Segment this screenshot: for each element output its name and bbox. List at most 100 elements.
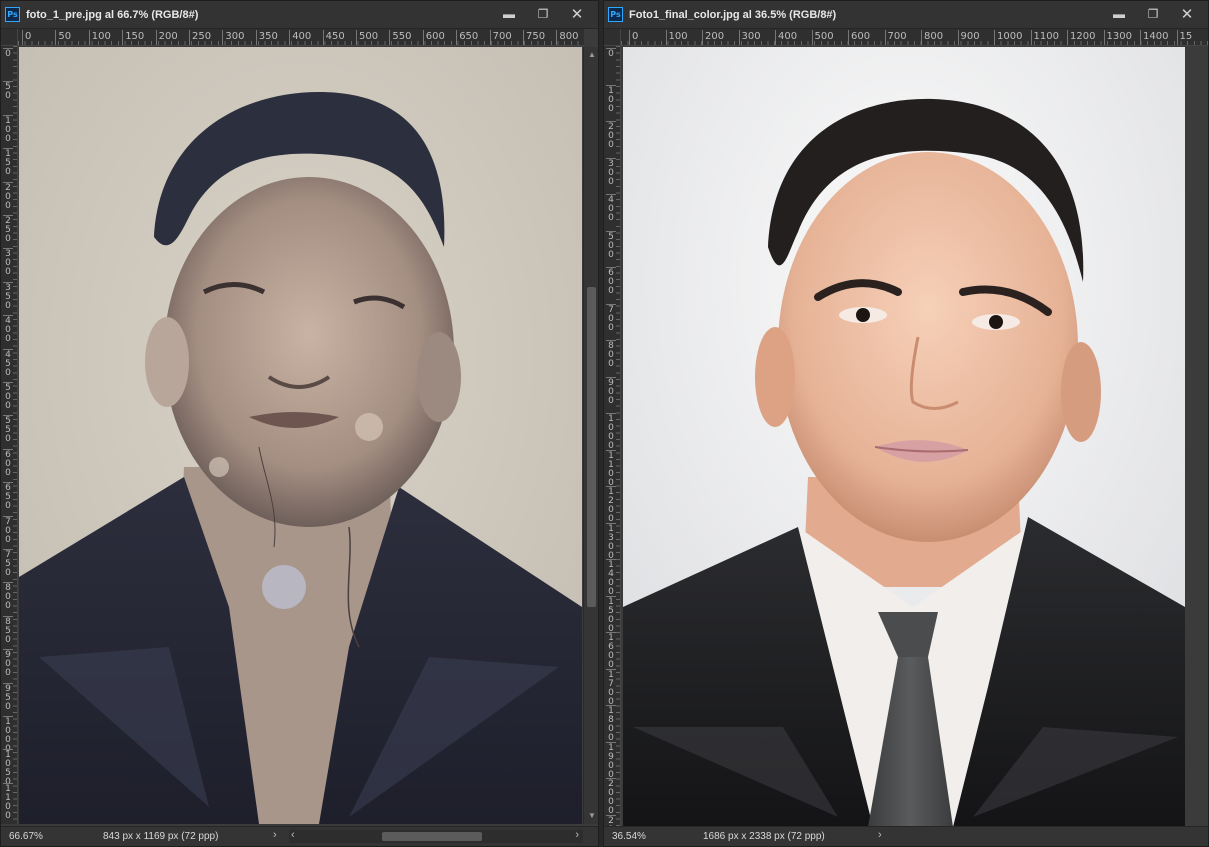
scroll-right-arrow[interactable]: › [575,829,579,841]
ruler-tick-label: 250 [189,30,211,45]
ruler-tick-label: 150 [122,30,144,45]
ruler-tick-label: 500 [3,382,13,411]
ruler-tick-label: 500 [606,230,616,260]
ruler-tick-label: 600 [606,267,616,296]
ruler-tick-label: 750 [3,549,13,578]
ruler-tick-label: 200 [3,181,13,211]
ruler-tick-label: 1800 [606,705,616,743]
ruler-origin[interactable] [604,29,621,46]
ruler-tick-label: 1300 [606,522,616,561]
ruler-origin[interactable] [1,29,18,46]
ruler-tick-label: 1500 [606,595,616,634]
canvas-after-photo[interactable] [623,47,1185,827]
ruler-tick-label: 300 [738,30,761,45]
ruler-tick-label: 950 [3,682,13,712]
horizontal-ruler[interactable]: 0 100 200 300 400 500 600 700 800 900 1000 1100 1200… [621,29,1208,46]
restore-button[interactable]: ❐ [526,4,560,24]
ruler-tick-label: 850 [3,615,13,645]
ruler-tick-label: 500 [811,30,834,45]
ruler-tick-label: 400 [775,30,797,45]
status-menu-chevron-icon[interactable]: › [878,829,882,841]
ruler-tick-label: 600 [3,448,13,478]
minimize-button[interactable]: ▬ [1102,4,1136,24]
ruler-tick-label: 250 [3,215,13,244]
photoshop-icon: Ps [608,7,623,22]
scroll-down-arrow[interactable]: ▼ [584,810,598,822]
ruler-tick-label: 350 [3,281,13,311]
ruler-tick-label: 200 [606,121,616,150]
ruler-tick-label: 1000 [994,30,1022,45]
close-button[interactable]: ✕ [560,4,594,24]
ruler-tick-label: 0 [606,48,616,59]
ruler-tick-label: 750 [523,30,545,45]
restore-button[interactable]: ❐ [1136,4,1170,24]
ruler-tick-label: 900 [957,30,980,45]
ruler-tick-label: 100 [88,30,111,45]
document-dimensions: 843 px x 1169 px (72 ppp) [103,831,219,842]
ruler-tick-label: 650 [456,30,478,45]
vertical-scrollbar[interactable]: ▲ ▼ [583,47,598,824]
ruler-tick-label: 550 [3,415,13,444]
ruler-tick-label: 2000 [606,778,616,816]
status-menu-chevron-icon[interactable]: › [273,829,277,841]
document-title: foto_1_pre.jpg al 66.7% (RGB/8#) [26,8,199,21]
ruler-tick-label: 650 [3,482,13,511]
restored-color-portrait-image [623,47,1185,827]
close-button[interactable]: ✕ [1170,4,1204,24]
ruler-tick-label: 1900 [606,741,616,780]
ruler-tick-label: 1200 [1067,30,1095,45]
ruler-tick-label: 15 [1176,30,1192,45]
ruler-tick-label: 1100 [606,449,616,488]
scroll-left-arrow[interactable]: ‹ [291,829,295,841]
document-title: Foto1_final_color.jpg al 36.5% (RGB/8#) [629,8,837,21]
ruler-tick-label: 1100 [3,782,13,821]
ruler-tick-label: 500 [356,30,378,45]
document-dimensions: 1686 px x 2338 px (72 ppp) [703,831,825,842]
horizontal-ruler[interactable]: 0 50 100 150 200 250 300 350 400 450 500 550 600 650 7… [18,29,584,46]
ruler-tick-label: 1050 [3,749,13,787]
horizontal-scroll-thumb[interactable] [382,832,482,841]
ruler-tick-label: 900 [3,649,13,678]
ruler-tick-label: 150 [3,148,13,177]
vertical-ruler[interactable]: 0 50 100 150 200 250 300 350 400 450 500 550 600 650 7… [1,46,18,824]
ruler-tick-label: 600 [848,30,870,45]
document-tab-left[interactable]: Ps foto_1_pre.jpg al 66.7% (RGB/8#) ▬ ❐ … [1,1,598,29]
zoom-level[interactable]: 66.67% [9,831,43,842]
ruler-tick-label: 600 [422,30,445,45]
ruler-tick-label: 1400 [606,559,616,597]
ruler-tick-label: 300 [3,248,13,277]
scroll-up-arrow[interactable]: ▲ [584,49,598,61]
ruler-tick-label: 400 [289,30,311,45]
canvas-before-photo[interactable] [19,47,582,824]
status-bar: 66.67% 843 px x 1169 px (72 ppp) › ‹ › [1,826,598,846]
ruler-tick-label: 300 [606,157,616,187]
vertical-ruler[interactable]: 0 100 200 300 400 500 600 700 800 900 1000 1100 1200… [604,46,621,827]
vertical-scroll-thumb[interactable] [587,287,596,607]
ruler-tick-label: 50 [3,81,13,101]
ruler-tick-label: 550 [389,30,411,45]
ruler-tick-label: 450 [322,30,345,45]
document-tab-right[interactable]: Ps Foto1_final_color.jpg al 36.5% (RGB/8… [604,1,1208,29]
ruler-tick-label: 1100 [1030,30,1059,45]
status-bar: 36.54% 1686 px x 2338 px (72 ppp) › [604,826,1208,846]
damaged-portrait-image [19,47,582,824]
ruler-tick-label: 800 [3,582,13,611]
ruler-tick-label: 700 [606,303,616,333]
ruler-tick-label: 800 [556,30,578,45]
horizontal-scrollbar[interactable]: ‹ › [289,829,583,843]
ruler-tick-label: 700 [884,30,907,45]
ruler-tick-label: 450 [3,348,13,378]
ruler-tick-label: 700 [3,515,13,545]
ruler-tick-label: 200 [155,30,178,45]
ruler-tick-label: 0 [3,48,13,59]
ruler-tick-label: 400 [3,315,13,344]
document-window-left[interactable]: Ps foto_1_pre.jpg al 66.7% (RGB/8#) ▬ ❐ … [0,0,599,847]
ruler-tick-label: 100 [665,30,688,45]
ruler-tick-label: 400 [606,194,616,223]
ruler-tick-label: 1200 [606,486,616,524]
ruler-tick-label: 200 [702,30,724,45]
vertical-scroll-track [1187,47,1203,827]
document-window-right[interactable]: Ps Foto1_final_color.jpg al 36.5% (RGB/8… [603,0,1209,847]
minimize-button[interactable]: ▬ [492,4,526,24]
zoom-level[interactable]: 36.54% [612,831,646,842]
